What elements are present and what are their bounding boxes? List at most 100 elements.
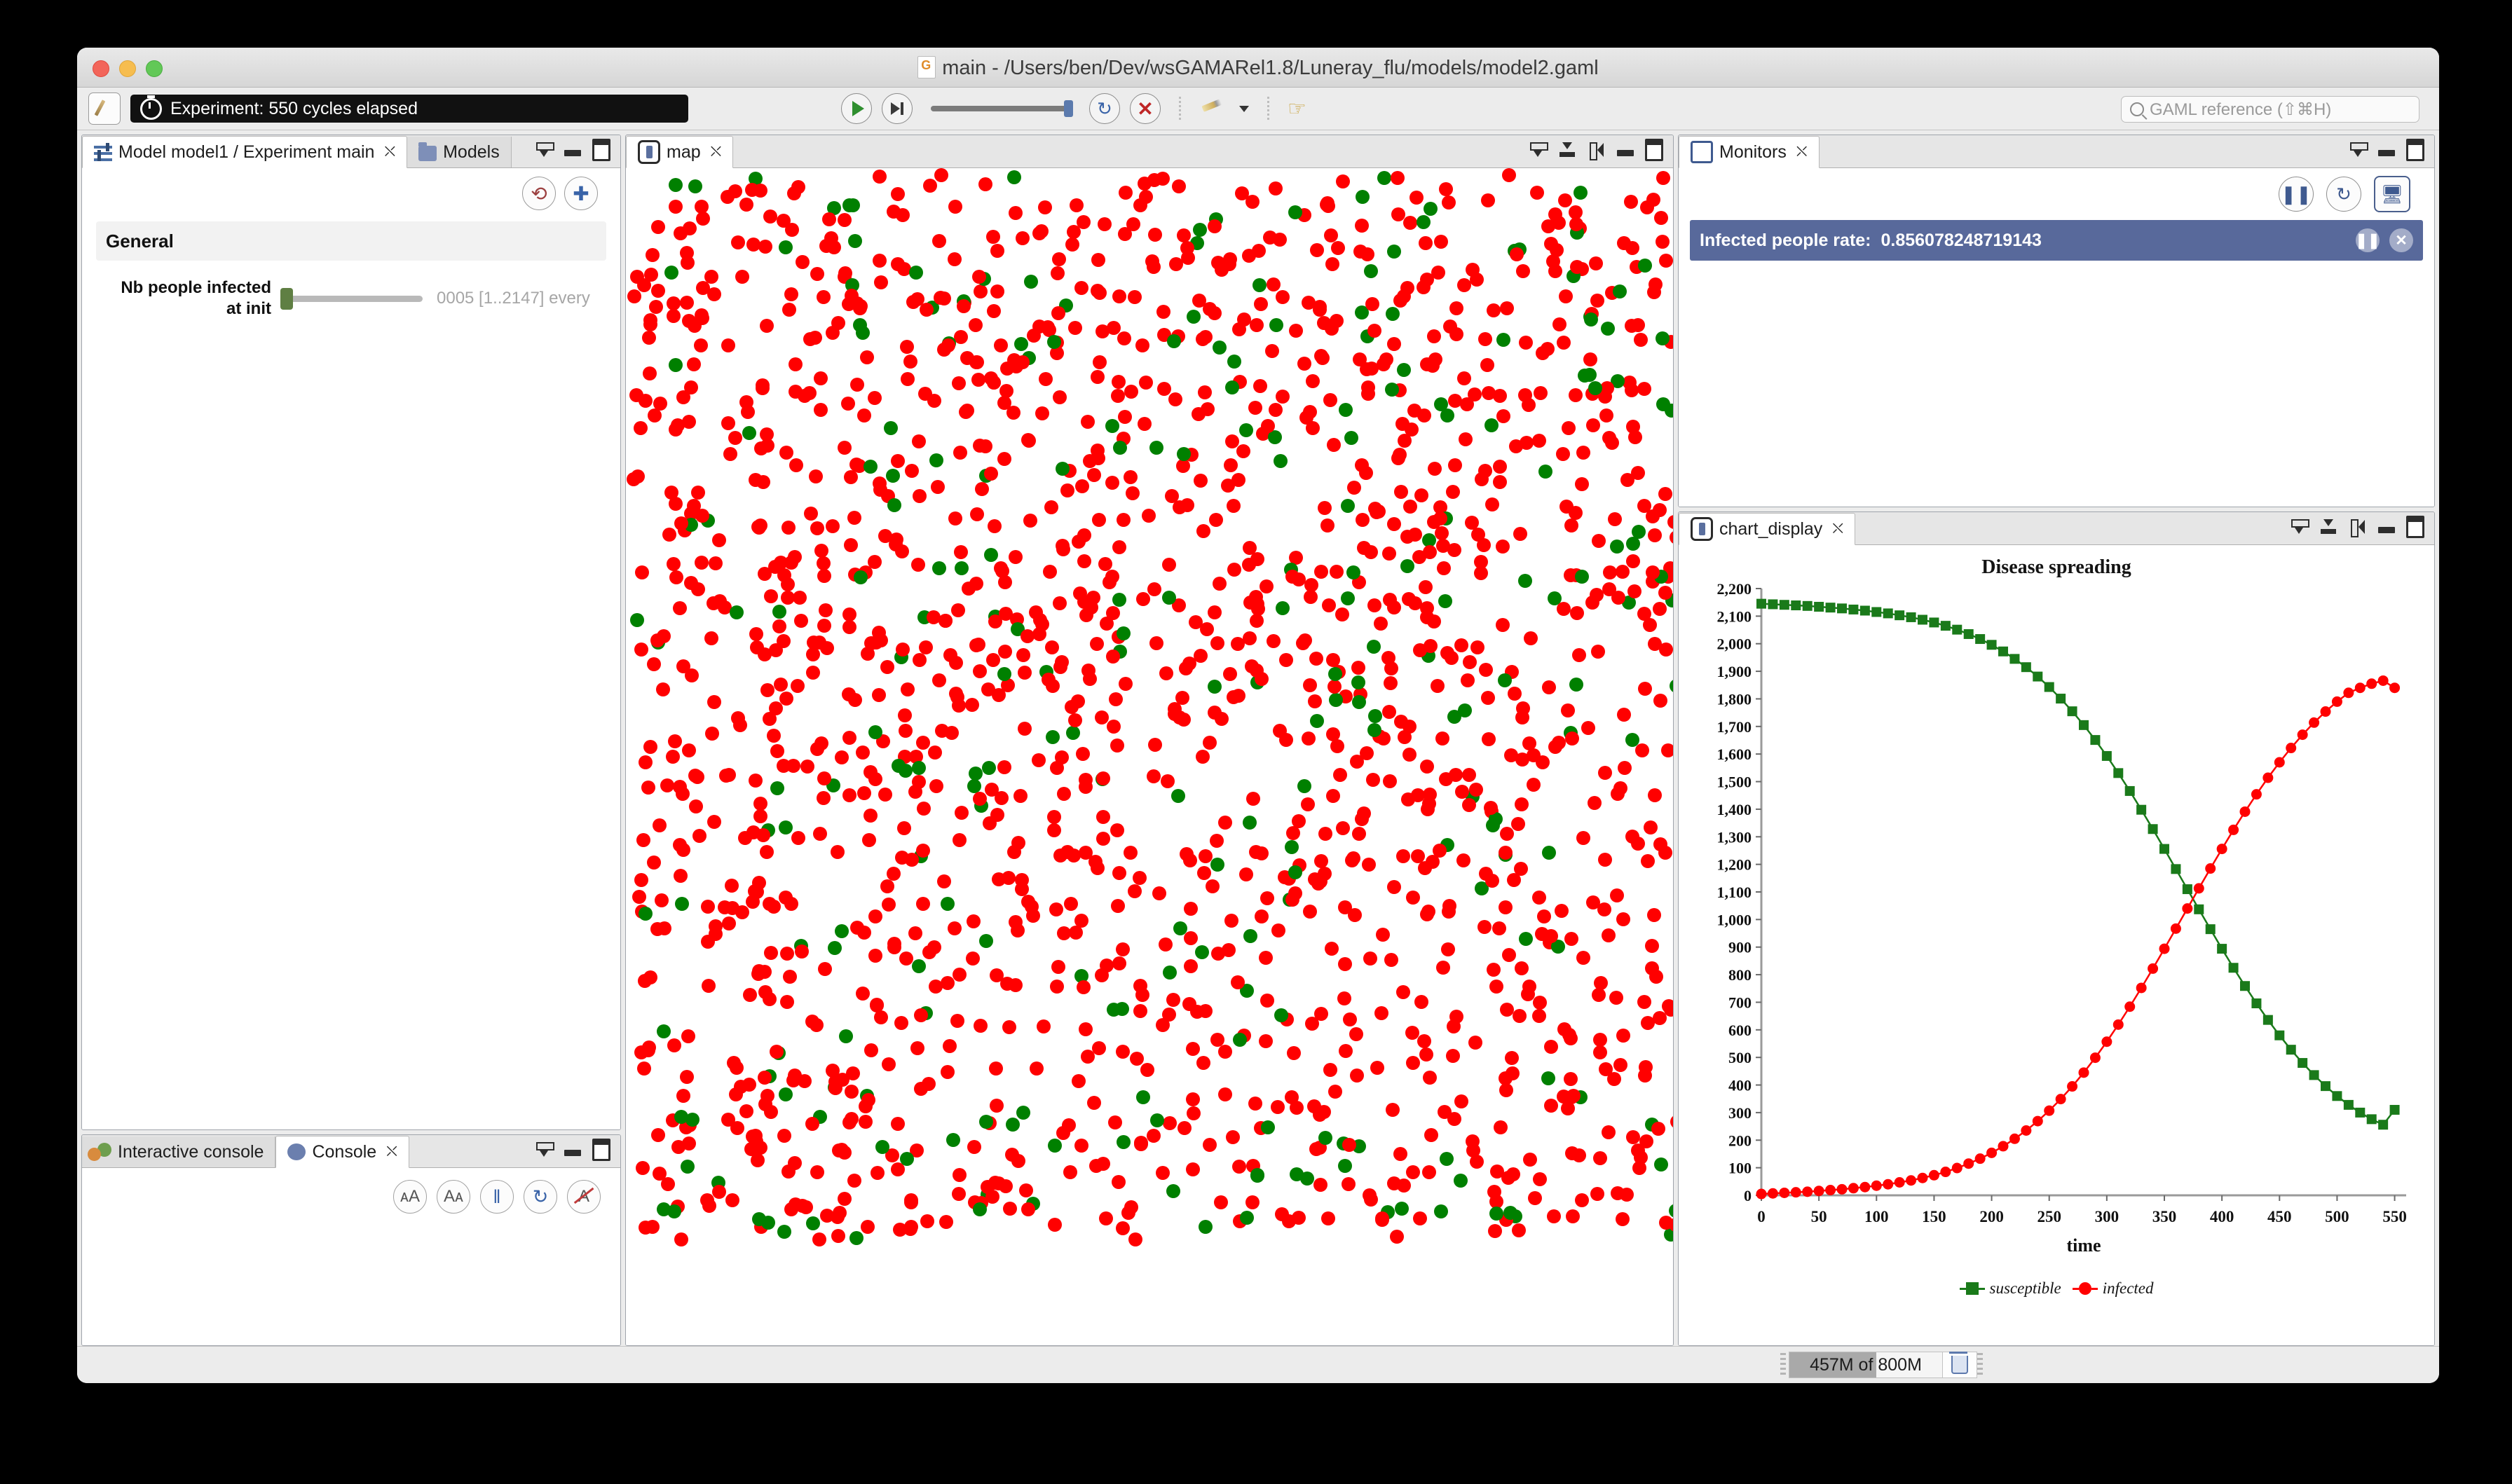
close-icon[interactable]: ⛌ xyxy=(711,144,722,160)
svg-text:1,800: 1,800 xyxy=(1717,690,1752,708)
parameter-slider-thumb[interactable] xyxy=(280,287,293,310)
console-panel: Interactive console Console ⛌ ᴀA Aᴀ ‖ ↻ xyxy=(81,1134,621,1346)
svg-text:300: 300 xyxy=(2095,1208,2120,1225)
collapse-icon[interactable] xyxy=(2290,519,2309,535)
pause-icon[interactable]: ❚❚ xyxy=(2279,177,2314,212)
increase-font-icon[interactable]: ᴀA xyxy=(393,1180,427,1214)
monitor-value: 0.856078248719143 xyxy=(1880,230,2042,250)
slider-knob[interactable] xyxy=(1064,100,1073,117)
restore-icon[interactable] xyxy=(535,1142,554,1157)
drag-grip[interactable] xyxy=(1780,1353,1786,1377)
map-body[interactable] xyxy=(626,168,1673,1345)
decrease-font-icon[interactable]: Aᴀ xyxy=(437,1180,470,1214)
simulation-speed-slider[interactable] xyxy=(931,100,1073,117)
tab-interactive-console-label: Interactive console xyxy=(118,1141,264,1162)
agent-map-canvas[interactable] xyxy=(626,168,1673,1345)
pen-tool-icon[interactable] xyxy=(1199,98,1224,119)
clear-text-icon[interactable]: A xyxy=(567,1180,601,1214)
minimize-icon[interactable] xyxy=(2378,149,2395,156)
svg-text:150: 150 xyxy=(1922,1208,1946,1225)
svg-text:300: 300 xyxy=(1728,1104,1752,1122)
revert-arrow-icon[interactable]: ⟲ xyxy=(522,177,556,210)
svg-text:2,000: 2,000 xyxy=(1717,635,1752,653)
memory-indicator[interactable]: 457M of 800M xyxy=(1780,1352,1986,1378)
gama-main-window: main - /Users/ben/Dev/wsGAMARel1.8/Luner… xyxy=(77,48,2439,1383)
edit-pencil-icon[interactable] xyxy=(88,92,121,125)
memory-bar[interactable]: 457M of 800M xyxy=(1789,1352,1943,1378)
plus-icon[interactable]: ✚ xyxy=(564,177,598,210)
tab-models[interactable]: Models xyxy=(407,137,512,167)
maximize-icon[interactable] xyxy=(592,1139,610,1161)
minimize-icon[interactable] xyxy=(564,1149,581,1156)
status-bar: 457M of 800M xyxy=(77,1346,2439,1383)
trash-icon[interactable] xyxy=(1943,1352,1977,1378)
close-icon[interactable]: ✕ xyxy=(2389,228,2413,252)
console-tab-row: Interactive console Console ⛌ xyxy=(82,1135,620,1168)
svg-text:550: 550 xyxy=(2382,1208,2407,1225)
play-icon[interactable] xyxy=(841,93,872,124)
parameters-icon xyxy=(94,143,112,161)
map-view-buttons xyxy=(1529,139,1663,161)
close-icon[interactable]: ⛌ xyxy=(1796,144,1808,160)
legend-label: susceptible xyxy=(1989,1279,2061,1297)
pointer-hand-icon[interactable]: ☞ xyxy=(1288,97,1306,121)
parameters-tab-row: Model model1 / Experiment main ⛌ Models xyxy=(82,135,620,168)
chat-bubble-icon xyxy=(287,1143,306,1160)
sync-icon[interactable] xyxy=(1588,142,1606,160)
drag-grip-2[interactable] xyxy=(1977,1353,1983,1377)
legend-item: infected xyxy=(2072,1279,2154,1298)
step-forward-icon[interactable] xyxy=(882,93,913,124)
minimize-icon[interactable] xyxy=(2378,526,2395,533)
minimize-icon[interactable] xyxy=(564,149,581,156)
monitor-icon xyxy=(1691,141,1713,163)
experiment-status-badge: Experiment: 550 cycles elapsed xyxy=(130,95,688,123)
tab-model-experiment-label: Model model1 / Experiment main xyxy=(118,142,375,162)
maximize-icon[interactable] xyxy=(1645,139,1663,161)
tab-interactive-console[interactable]: Interactive console xyxy=(82,1136,276,1167)
maximize-icon[interactable] xyxy=(2406,139,2424,161)
collapse-icon[interactable] xyxy=(1529,142,1548,158)
refresh-icon[interactable]: ↻ xyxy=(524,1180,557,1214)
tab-chart-display[interactable]: chart_display ⛌ xyxy=(1679,513,1855,545)
monitor-row[interactable]: Infected people rate: 0.856078248719143 … xyxy=(1690,220,2423,261)
svg-text:900: 900 xyxy=(1728,939,1752,956)
close-icon[interactable]: ⛌ xyxy=(1832,521,1843,537)
maximize-icon[interactable] xyxy=(2406,516,2424,538)
tab-console[interactable]: Console ⛌ xyxy=(275,1136,409,1168)
pause-icon[interactable]: ‖ xyxy=(480,1180,514,1214)
svg-text:400: 400 xyxy=(2210,1208,2234,1225)
tab-map[interactable]: map ⛌ xyxy=(626,136,734,168)
refresh-icon[interactable]: ↻ xyxy=(2326,177,2361,212)
tab-monitors[interactable]: Monitors ⛌ xyxy=(1679,136,1820,168)
parameter-slider[interactable] xyxy=(280,287,423,310)
expand-icon[interactable] xyxy=(2319,519,2337,535)
display-icon xyxy=(1691,517,1713,541)
close-icon[interactable]: ⛌ xyxy=(386,1143,397,1160)
expand-icon[interactable] xyxy=(1558,142,1576,158)
pause-icon[interactable]: ❚❚ xyxy=(2355,228,2380,252)
svg-text:2,200: 2,200 xyxy=(1717,580,1752,598)
restore-icon[interactable] xyxy=(535,142,554,158)
parameters-body: ⟲ ✚ General Nb people infected at init 0… xyxy=(82,168,620,1129)
stop-close-icon[interactable]: ✕ xyxy=(1130,93,1161,124)
tab-model-experiment[interactable]: Model model1 / Experiment main ⛌ xyxy=(82,136,408,168)
sync-icon[interactable] xyxy=(2349,519,2367,537)
legend-label: infected xyxy=(2102,1279,2154,1297)
svg-text:0: 0 xyxy=(1757,1208,1766,1225)
new-monitor-icon[interactable]: 🖥 xyxy=(2374,176,2410,212)
close-icon[interactable]: ⛌ xyxy=(384,144,395,160)
reload-icon[interactable]: ↻ xyxy=(1089,93,1120,124)
parameter-group-header: General xyxy=(96,221,606,261)
search-input[interactable]: GAML reference (⇧⌘H) xyxy=(2121,96,2419,123)
left-column: Model model1 / Experiment main ⛌ Models xyxy=(81,135,621,1346)
monitors-body: ❚❚ ↻ 🖥 Infected people rate: 0.856078248… xyxy=(1679,168,2434,507)
restore-icon[interactable] xyxy=(2349,142,2368,158)
svg-text:350: 350 xyxy=(2152,1208,2177,1225)
chevron-down-icon[interactable] xyxy=(1239,105,1249,112)
maximize-icon[interactable] xyxy=(592,139,610,161)
chart-body[interactable]: Disease spreading 0 100 200 300 400 500 600 700… xyxy=(1679,545,2434,1345)
stopwatch-icon xyxy=(140,95,162,120)
svg-text:1,700: 1,700 xyxy=(1717,718,1752,736)
minimize-icon[interactable] xyxy=(1617,149,1634,156)
search-placeholder: GAML reference (⇧⌘H) xyxy=(2150,99,2332,119)
